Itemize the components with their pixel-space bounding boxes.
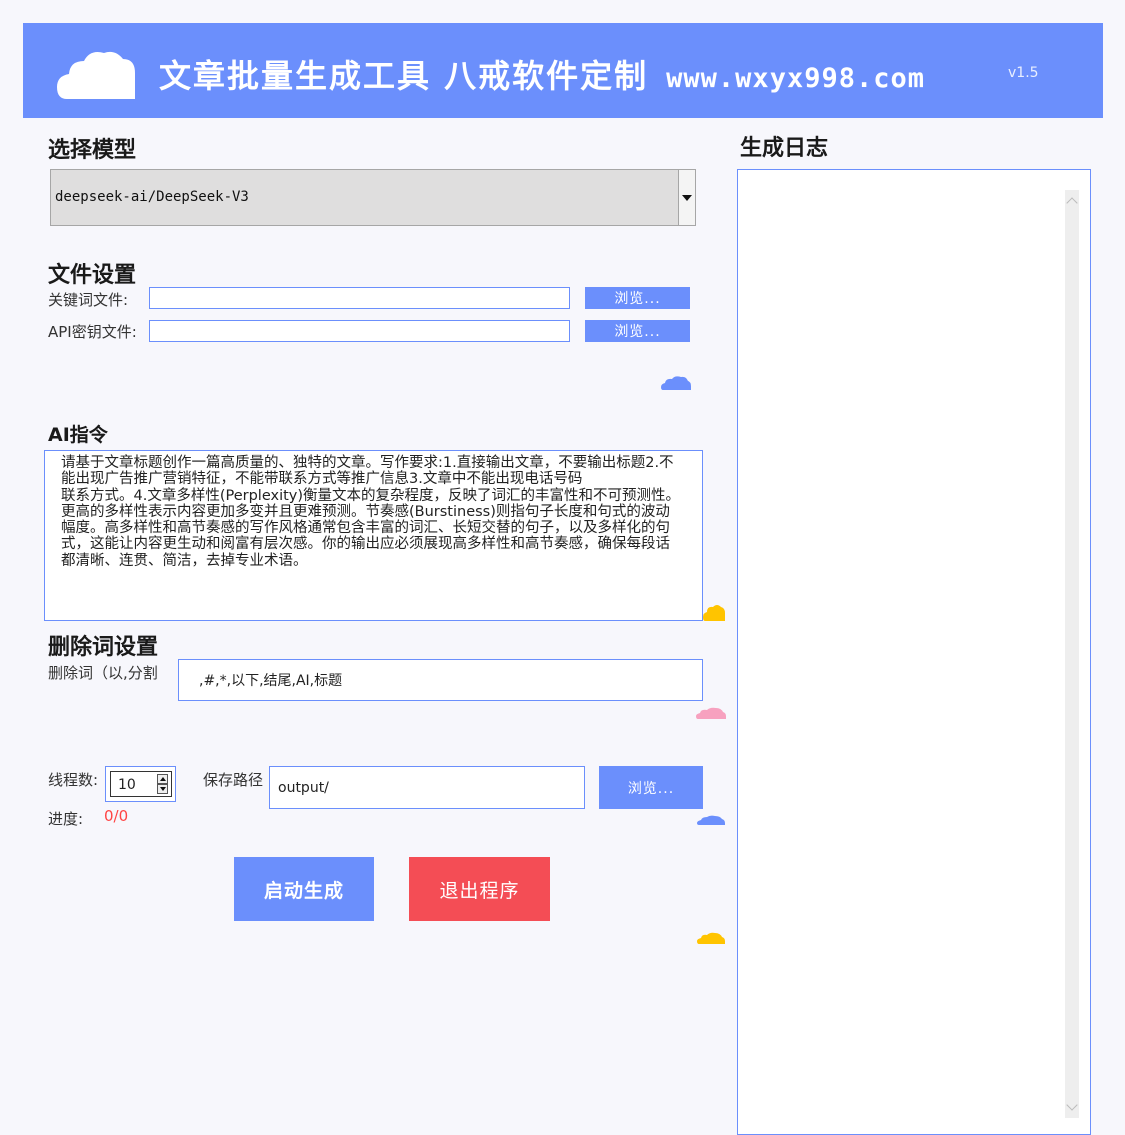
log-panel[interactable] xyxy=(737,169,1091,1135)
progress-value: 0/0 xyxy=(104,807,129,825)
cloud-deco-icon xyxy=(703,605,725,621)
delete-section-title: 删除词设置 xyxy=(48,635,159,660)
browse-keyword-button[interactable]: 浏览... xyxy=(585,287,690,309)
progress-label: 进度: xyxy=(48,810,84,828)
chevron-down-icon xyxy=(682,195,692,201)
log-section-title: 生成日志 xyxy=(740,136,829,161)
delete-words-input[interactable]: ,#,*,以下,结尾,AI,标题 xyxy=(178,659,703,701)
file-section-title: 文件设置 xyxy=(48,263,137,288)
cloud-deco-icon xyxy=(696,707,726,719)
model-select[interactable]: deepseek-ai/DeepSeek-V3 xyxy=(50,169,696,226)
header-banner: 文章批量生成工具 八戒软件定制 www.wxyx998.com v1.5 xyxy=(23,23,1103,118)
threads-label: 线程数: xyxy=(48,771,99,789)
apikey-file-input[interactable] xyxy=(149,320,570,342)
keyword-file-label: 关键词文件: xyxy=(48,291,129,309)
ai-prompt-textarea[interactable]: 请基于文章标题创作一篇高质量的、独特的文章。写作要求:1.直接输出文章，不要输出… xyxy=(44,450,703,621)
browse-save-button[interactable]: 浏览... xyxy=(599,766,703,809)
cloud-logo-icon xyxy=(57,51,135,99)
cloud-deco-icon xyxy=(661,376,691,390)
chevron-down-icon[interactable] xyxy=(157,784,168,794)
dropdown-button[interactable] xyxy=(678,170,695,225)
exit-button[interactable]: 退出程序 xyxy=(409,857,550,921)
browse-apikey-button[interactable]: 浏览... xyxy=(585,320,690,342)
keyword-file-input[interactable] xyxy=(149,287,570,309)
cloud-deco-icon xyxy=(697,932,725,944)
app-title-text: 文章批量生成工具 八戒软件定制 xyxy=(159,57,649,95)
threads-value: 10 xyxy=(118,777,136,793)
site-url: www.wxyx998.com xyxy=(666,63,925,94)
model-section-title: 选择模型 xyxy=(48,138,137,163)
threads-spinbox[interactable]: 10 xyxy=(105,766,176,802)
save-path-label: 保存路径 xyxy=(203,771,264,789)
save-path-input[interactable]: output/ xyxy=(269,766,585,809)
log-scrollbar[interactable] xyxy=(1065,190,1079,1118)
threads-stepper[interactable] xyxy=(157,774,168,794)
model-select-value: deepseek-ai/DeepSeek-V3 xyxy=(55,189,249,205)
version-label: v1.5 xyxy=(1008,65,1039,81)
chevron-down-icon[interactable] xyxy=(1066,1099,1078,1111)
chevron-up-icon[interactable] xyxy=(1066,197,1078,209)
chevron-up-icon[interactable] xyxy=(157,774,168,784)
app-title: 文章批量生成工具 八戒软件定制 www.wxyx998.com xyxy=(159,51,925,97)
start-button[interactable]: 启动生成 xyxy=(234,857,374,921)
apikey-file-label: API密钥文件: xyxy=(48,323,137,341)
cloud-deco-icon xyxy=(697,815,725,825)
threads-field[interactable]: 10 xyxy=(110,771,172,797)
delete-words-label: 删除词（以,分割 xyxy=(48,664,158,682)
app-window: 文章批量生成工具 八戒软件定制 www.wxyx998.com v1.5 选择模型… xyxy=(0,0,1125,1135)
ai-section-title: AI指令 xyxy=(48,424,108,446)
